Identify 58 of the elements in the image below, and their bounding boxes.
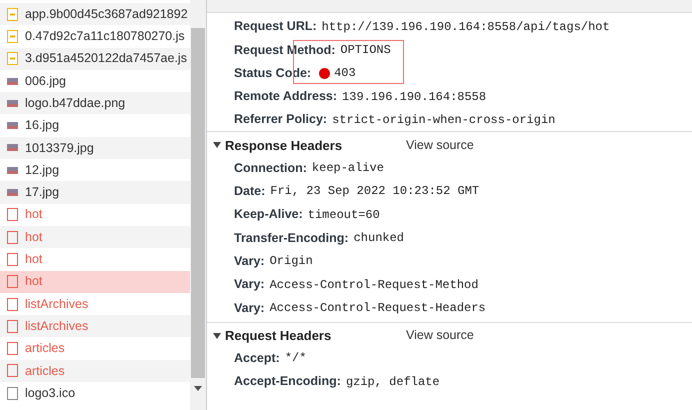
image-thumbnail-icon <box>7 122 18 130</box>
header-value: 139.196.190.164:8558 <box>342 88 486 106</box>
document-icon <box>7 230 18 244</box>
header-value: Access-Control-Request-Method <box>270 276 478 294</box>
header-name: Keep-Alive: <box>234 206 303 224</box>
header-name: Accept-Encoding: <box>234 373 341 390</box>
document-icon <box>7 208 18 222</box>
header-name: Accept: <box>234 350 280 367</box>
header-name: Date: <box>234 183 266 200</box>
view-source-link[interactable]: View source <box>406 326 474 345</box>
expand-caret-icon <box>213 142 221 148</box>
section-toggle[interactable]: Request Headers <box>213 326 406 346</box>
document-icon <box>7 252 18 266</box>
request-row[interactable]: app.9b00d45c3687ad921892 <box>0 3 190 26</box>
section-toggle[interactable]: Response Headers <box>213 136 406 156</box>
view-source-link[interactable]: View source <box>406 136 474 155</box>
header-value: */* <box>284 350 306 368</box>
header-name: Vary: <box>234 300 265 317</box>
scrollbar[interactable] <box>190 0 206 410</box>
document-icon <box>7 386 18 400</box>
header-value: Fri, 23 Sep 2022 10:23:52 GMT <box>270 183 480 200</box>
header-name: Remote Address: <box>234 88 338 106</box>
document-icon <box>7 275 18 288</box>
document-icon <box>7 298 18 310</box>
request-row[interactable]: 3.d951a4520122da7457ae.js <box>0 48 190 70</box>
header-name: Transfer-Encoding: <box>234 230 349 247</box>
script-file-icon <box>7 8 18 21</box>
header-name: Vary: <box>234 252 265 270</box>
header-value: timeout=60 <box>308 206 380 224</box>
document-icon <box>7 364 18 378</box>
image-thumbnail-icon <box>7 189 18 196</box>
header-value: Origin <box>270 253 313 270</box>
image-thumbnail-icon <box>7 100 18 107</box>
header-value: chunked <box>354 230 404 248</box>
document-icon <box>7 320 18 333</box>
expand-caret-icon <box>213 332 221 339</box>
image-thumbnail-icon <box>7 78 18 85</box>
header-value: Access-Control-Request-Headers <box>270 300 486 317</box>
image-thumbnail-icon <box>7 144 18 152</box>
header-value: http://139.196.190.164:8558/api/tags/hot <box>322 18 610 36</box>
script-file-icon <box>7 52 18 66</box>
request-row[interactable]: 1013379.jpg <box>0 136 190 160</box>
header-value: strict-origin-when-cross-origin <box>332 112 556 129</box>
header-value: keep-alive <box>312 160 384 178</box>
document-icon <box>7 342 18 356</box>
header-value: gzip, deflate <box>346 374 440 390</box>
header-value: OPTIONS <box>340 42 391 59</box>
header-value: 403 <box>334 65 356 82</box>
header-name: Vary: <box>234 276 265 294</box>
scroll-down-icon[interactable] <box>194 386 202 391</box>
header-name: Connection: <box>234 160 307 177</box>
header-name: Request URL: <box>234 18 317 36</box>
scrollbar-thumb[interactable] <box>191 28 205 378</box>
image-thumbnail-icon <box>7 166 18 174</box>
request-row[interactable]: 17.jpg <box>0 181 190 204</box>
script-file-icon <box>7 30 18 43</box>
request-row[interactable]: logo.b47ddae.png <box>0 92 190 114</box>
header-name: Referrer Policy: <box>234 111 328 128</box>
